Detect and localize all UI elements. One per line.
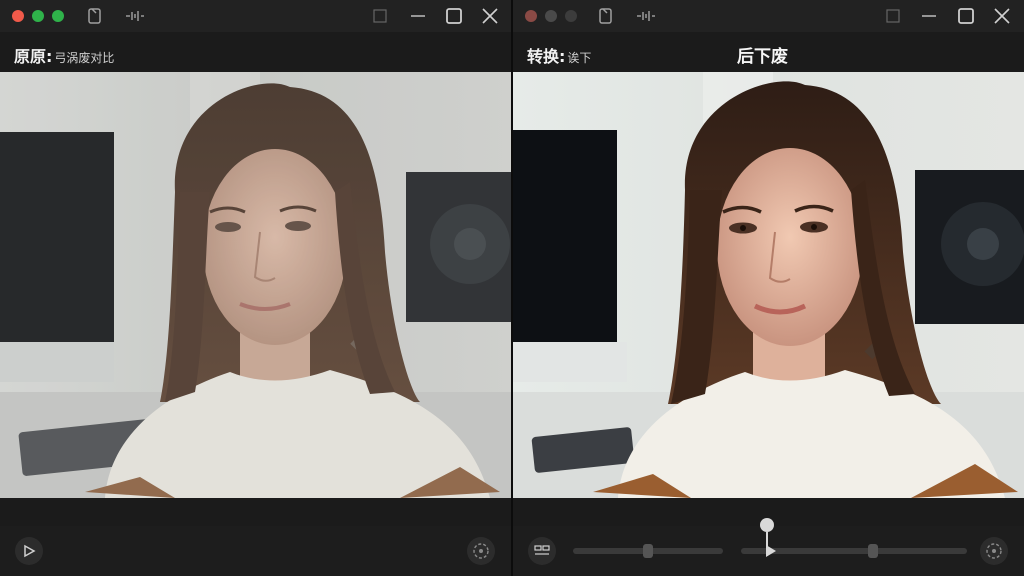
restore-icon[interactable] — [370, 6, 390, 26]
close-icon[interactable] — [992, 6, 1012, 26]
slider-knob-left[interactable] — [643, 544, 653, 558]
device-icon[interactable] — [595, 6, 617, 26]
original-title-main: 原原: — [14, 47, 53, 66]
converted-photo — [513, 72, 1024, 498]
slider-knob-right[interactable] — [868, 544, 878, 558]
minimize-icon[interactable] — [919, 6, 939, 26]
refresh-button[interactable] — [467, 537, 495, 565]
original-controls — [0, 526, 511, 576]
converted-portrait-image — [513, 72, 1024, 498]
converted-center-title: 后下废 — [737, 47, 788, 67]
comparison-scrubber[interactable] — [760, 518, 774, 558]
maximize-icon[interactable] — [956, 6, 976, 26]
refresh-icon — [473, 543, 489, 559]
restore-icon[interactable] — [883, 6, 903, 26]
compare-button[interactable] — [528, 537, 556, 565]
converted-title: 转换: 诶下 — [527, 43, 591, 67]
close-dot[interactable] — [12, 10, 24, 22]
window-dots-right — [525, 10, 577, 22]
converted-header: 转换: 诶下 后下废 — [513, 32, 1024, 72]
window-dots — [12, 10, 64, 22]
close-dot-right[interactable] — [525, 10, 537, 22]
scrubber-line — [766, 532, 768, 556]
converted-pane: 转换: 诶下 后下废 — [513, 0, 1024, 576]
waveform-icon[interactable] — [124, 6, 146, 26]
original-title-sub: 弓涡废对比 — [54, 51, 115, 65]
minimize-dot[interactable] — [32, 10, 44, 22]
refresh-button[interactable] — [980, 537, 1008, 565]
original-title: 原原: 弓涡废对比 — [14, 43, 114, 67]
converted-title-sub: 诶下 — [567, 51, 592, 65]
maximize-icon[interactable] — [444, 6, 464, 26]
converted-title-main: 转换: — [527, 47, 566, 66]
minimize-dot-right[interactable] — [545, 10, 557, 22]
minimize-icon[interactable] — [408, 6, 428, 26]
refresh-icon — [986, 543, 1002, 559]
app: 原原: 弓涡废对比 转换: 诶下 后下废 — [0, 0, 1024, 576]
play-icon — [24, 544, 36, 558]
zoom-dot[interactable] — [52, 10, 64, 22]
title-bar-left — [0, 0, 511, 32]
original-pane: 原原: 弓涡废对比 — [0, 0, 511, 576]
device-icon[interactable] — [84, 6, 106, 26]
play-button[interactable] — [15, 537, 43, 565]
close-icon[interactable] — [480, 6, 500, 26]
title-bar-right — [513, 0, 1024, 32]
original-header: 原原: 弓涡废对比 — [0, 32, 511, 72]
original-portrait-image — [0, 72, 511, 498]
original-photo — [0, 72, 511, 498]
compare-icon — [534, 545, 550, 555]
waveform-icon[interactable] — [635, 6, 657, 26]
scrubber-handle[interactable] — [760, 518, 774, 532]
zoom-dot-right[interactable] — [565, 10, 577, 22]
